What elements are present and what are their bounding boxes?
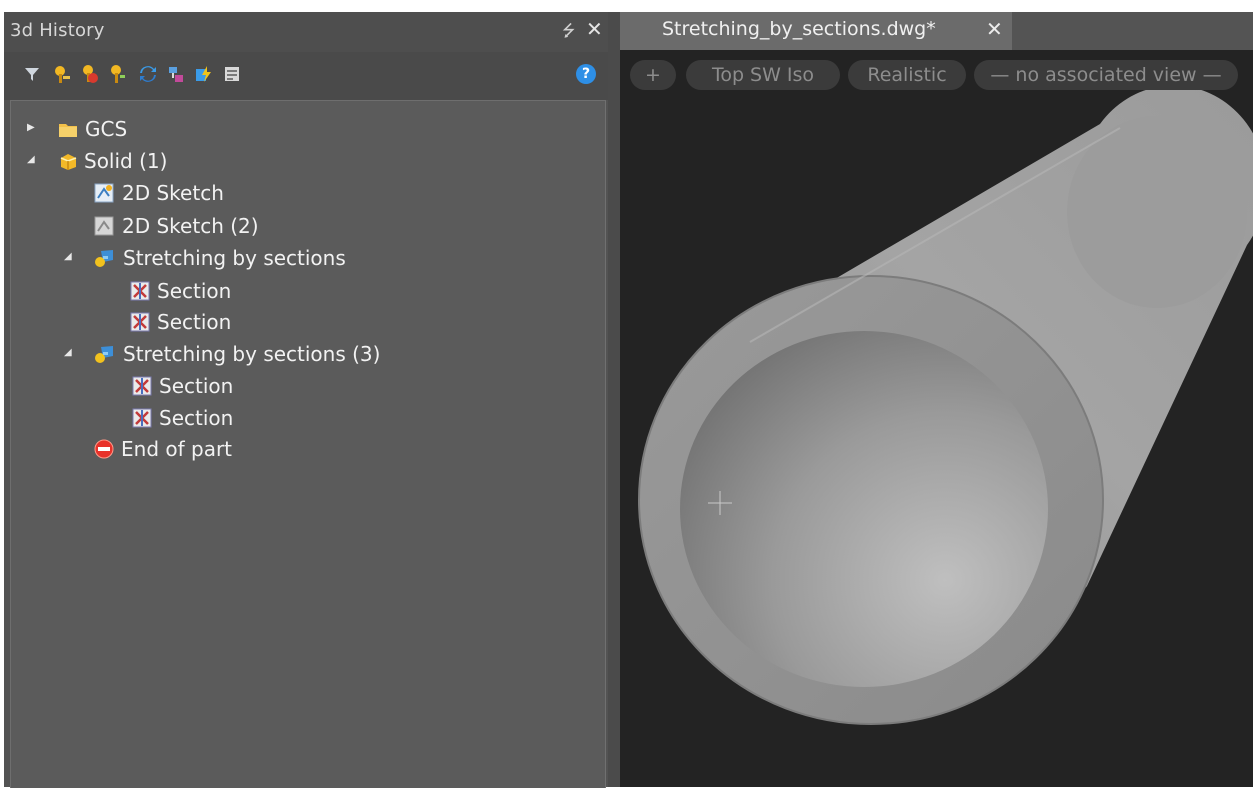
- expanded-arrow-icon[interactable]: ◢: [64, 347, 72, 358]
- end-icon: [94, 439, 114, 459]
- pin-icon[interactable]: ⭍: [562, 20, 575, 47]
- collapsed-arrow-icon[interactable]: ▶: [27, 122, 35, 133]
- pin-green-icon[interactable]: [108, 64, 128, 84]
- document-tab[interactable]: Stretching_by_sections.dwg* ✕: [620, 12, 1012, 50]
- close-panel-button[interactable]: ✕: [586, 17, 603, 41]
- panel-splitter[interactable]: [608, 12, 620, 787]
- solid-icon: [60, 154, 77, 170]
- help-icon[interactable]: ?: [576, 64, 596, 84]
- tree-item-label: GCS: [85, 117, 128, 141]
- sketch-icon: [94, 183, 114, 203]
- tree-item-label: Solid (1): [84, 149, 168, 173]
- close-tab-button[interactable]: ✕: [986, 17, 1003, 41]
- sketch-gray-icon: [94, 216, 114, 236]
- section-icon: [130, 281, 150, 301]
- panel-header: 3d History ⭍ ✕: [4, 12, 608, 52]
- section-icon: [132, 408, 152, 428]
- properties-icon[interactable]: [222, 64, 242, 84]
- section-icon: [132, 376, 152, 396]
- history-toolbar: ?: [4, 52, 608, 100]
- tree-item-label: Section: [157, 279, 232, 303]
- lightning-icon[interactable]: [194, 64, 214, 84]
- tube-inner-bore: [680, 331, 1048, 687]
- expanded-arrow-icon[interactable]: ◢: [64, 251, 72, 262]
- document-tab-title: Stretching_by_sections.dwg*: [662, 18, 936, 40]
- tree-item-label: Section: [157, 310, 232, 334]
- tree-item-label: End of part: [121, 437, 233, 461]
- 3d-model-viewport[interactable]: [620, 12, 1253, 787]
- panel-title: 3d History: [10, 20, 105, 41]
- history-tree: ▶ GCS ◢ Solid (1) 2D Sketch 2D Sketch (2…: [10, 100, 606, 788]
- refresh-icon[interactable]: [138, 64, 158, 84]
- viewport-controls: + Top SW Iso Realistic — no associated v…: [620, 50, 1253, 102]
- history-panel: 3d History ⭍ ✕ ? ▶ GCS ◢ Solid (1) 2D Sk…: [4, 12, 608, 788]
- section-icon: [130, 312, 150, 332]
- associated-view-button[interactable]: — no associated view —: [974, 60, 1238, 90]
- tree-item-label: 2D Sketch: [122, 181, 224, 205]
- expanded-arrow-icon[interactable]: ◢: [27, 154, 35, 165]
- view-orientation-button[interactable]: Top SW Iso: [686, 60, 840, 90]
- viewport-panel: Stretching_by_sections.dwg* ✕ + Top SW I…: [620, 12, 1253, 787]
- node-icon[interactable]: [166, 64, 186, 84]
- tree-item-label: Stretching by sections (3): [123, 342, 381, 366]
- viewport-menu-button[interactable]: +: [630, 60, 676, 90]
- tree-item-label: Stretching by sections: [123, 246, 346, 270]
- visual-style-button[interactable]: Realistic: [848, 60, 966, 90]
- tree-item-label: 2D Sketch (2): [122, 214, 259, 238]
- pin-yellow-icon[interactable]: [52, 64, 72, 84]
- stretch-icon: [95, 346, 113, 363]
- folder-icon: [59, 124, 77, 137]
- document-tab-strip: Stretching_by_sections.dwg* ✕: [620, 12, 1253, 50]
- tree-item-label: Section: [159, 374, 234, 398]
- tube-far-end: [1067, 116, 1247, 308]
- filter-icon[interactable]: [22, 64, 42, 84]
- stretch-icon: [95, 250, 113, 267]
- pin-red-icon[interactable]: [80, 64, 100, 84]
- tree-item-label: Section: [159, 406, 234, 430]
